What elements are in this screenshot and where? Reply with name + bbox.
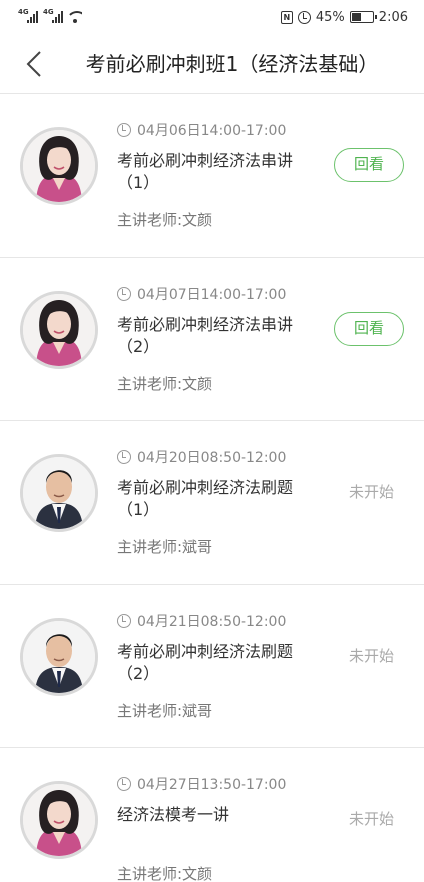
list-item[interactable]: 04月21日08:50-12:00 考前必刷冲刺经济法刷题（2） 主讲老师:斌哥… [0, 585, 424, 748]
avatar [20, 617, 98, 696]
replay-button[interactable]: 回看 [334, 311, 404, 346]
list-item[interactable]: 04月07日14:00-17:00 考前必刷冲刺经济法串讲（2） 主讲老师:文颜… [0, 258, 424, 421]
session-teacher: 主讲老师:文颜 [117, 865, 213, 882]
session-time: 04月20日08:50-12:00 [117, 447, 286, 467]
teacher-photo-male [23, 620, 95, 693]
session-title: 考前必刷冲刺经济法刷题（2） [117, 641, 294, 683]
list-item[interactable]: 04月27日13:50-17:00 经济法模考一讲 主讲老师:文颜 未开始 [0, 748, 424, 882]
list-item[interactable]: 04月20日08:50-12:00 考前必刷冲刺经济法刷题（1） 主讲老师:斌哥… [0, 421, 424, 585]
signal-icon: 4G [18, 8, 38, 23]
battery-percent: 45% [315, 9, 345, 25]
nav-bar: 考前必刷冲刺班1（经济法基础） [0, 34, 424, 94]
session-teacher: 主讲老师:文颜 [117, 211, 213, 229]
session-teacher: 主讲老师:斌哥 [117, 701, 213, 720]
network-type-label: 4G [18, 8, 29, 16]
avatar [20, 454, 98, 532]
signal-icon-2: 4G [43, 8, 63, 23]
session-time-text: 04月27日13:50-17:00 [137, 777, 287, 793]
chevron-left-icon [26, 51, 41, 77]
page-title: 考前必刷冲刺班1（经济法基础） [85, 52, 379, 76]
list-item[interactable]: 04月06日14:00-17:00 考前必刷冲刺经济法串讲（1） 主讲老师:文颜… [0, 94, 424, 258]
session-time-text: 04月06日14:00-17:00 [137, 123, 287, 139]
clock-icon [117, 286, 131, 301]
avatar [20, 290, 98, 369]
session-title: 考前必刷冲刺经济法刷题（1） [117, 478, 294, 519]
teacher-photo-male [23, 457, 95, 529]
session-title: 考前必刷冲刺经济法串讲（1） [117, 151, 294, 192]
session-teacher: 主讲老师:斌哥 [117, 538, 213, 556]
avatar [20, 127, 98, 205]
status-badge: 未开始 [348, 646, 394, 665]
teacher-photo-female [23, 293, 95, 366]
clock-icon [117, 777, 131, 791]
status-badge: 未开始 [348, 810, 394, 828]
session-time-text: 04月20日08:50-12:00 [137, 450, 287, 466]
status-bar-right: N 45% 2:06 [280, 9, 408, 25]
session-list: 04月06日14:00-17:00 考前必刷冲刺经济法串讲（1） 主讲老师:文颜… [0, 94, 424, 882]
clock-time: 2:06 [378, 9, 408, 25]
clock-icon [117, 450, 131, 464]
wifi-icon [68, 11, 82, 23]
replay-button[interactable]: 回看 [334, 148, 404, 182]
session-time: 04月06日14:00-17:00 [117, 120, 286, 140]
teacher-photo-female [23, 784, 95, 856]
status-bar: 4G 4G N 45% 2:06 [0, 0, 424, 34]
session-time-text: 04月21日08:50-12:00 [137, 613, 287, 630]
back-button[interactable] [20, 50, 48, 78]
clock-icon [117, 613, 131, 628]
status-badge: 未开始 [348, 483, 394, 501]
session-teacher: 主讲老师:文颜 [117, 374, 213, 393]
network-type-label-2: 4G [43, 8, 54, 16]
clock-icon [117, 123, 131, 137]
session-time: 04月27日13:50-17:00 [117, 774, 286, 794]
session-time: 04月21日08:50-12:00 [117, 611, 286, 631]
status-bar-left: 4G 4G [18, 8, 82, 23]
nfc-icon: N [280, 10, 293, 24]
session-title: 考前必刷冲刺经济法串讲（2） [117, 314, 294, 356]
avatar [20, 781, 98, 859]
alarm-icon [297, 10, 311, 24]
session-time: 04月07日14:00-17:00 [117, 284, 286, 304]
teacher-photo-female [23, 130, 95, 202]
session-title: 经济法模考一讲 [117, 805, 230, 824]
battery-icon [349, 11, 377, 23]
session-time-text: 04月07日14:00-17:00 [137, 286, 287, 303]
